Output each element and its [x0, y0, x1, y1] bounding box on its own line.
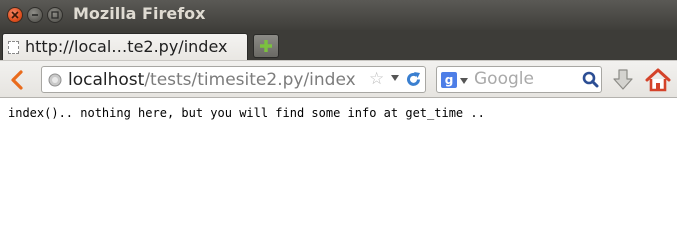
new-tab-button[interactable] — [253, 34, 279, 58]
plus-icon — [260, 40, 272, 52]
engine-dropdown-icon[interactable] — [460, 78, 468, 84]
maximize-window-button[interactable] — [47, 7, 63, 23]
home-icon[interactable] — [645, 67, 671, 93]
url-path: /tests/timesite2.py/index — [144, 70, 356, 90]
history-dropdown-icon[interactable] — [391, 75, 399, 81]
minimize-icon — [28, 8, 42, 22]
url-host: localhost — [68, 70, 145, 90]
search-input[interactable] — [474, 69, 574, 89]
tab-strip: http://local…te2.py/index — [0, 30, 677, 60]
tab-active[interactable]: http://local…te2.py/index — [2, 33, 248, 60]
search-bar[interactable]: g — [436, 66, 602, 93]
globe-icon — [48, 73, 62, 87]
tab-label: http://local…te2.py/index — [25, 37, 228, 56]
window-title: Mozilla Firefox — [73, 4, 206, 23]
window-titlebar: Mozilla Firefox — [0, 0, 677, 30]
back-arrow-icon — [11, 70, 23, 90]
back-button[interactable] — [6, 68, 28, 92]
navigation-toolbar: localhost/tests/timesite2.py/index ☆ g — [0, 60, 677, 98]
google-engine-icon[interactable]: g — [441, 72, 457, 88]
page-body-text: index().. nothing here, but you will fin… — [8, 106, 485, 120]
close-icon — [8, 8, 22, 22]
url-text[interactable]: localhost/tests/timesite2.py/index — [68, 70, 356, 90]
page-favicon-icon — [8, 41, 19, 54]
url-bar[interactable]: localhost/tests/timesite2.py/index ☆ — [41, 66, 426, 93]
maximize-icon — [48, 8, 62, 22]
close-window-button[interactable] — [7, 7, 23, 23]
reload-icon[interactable] — [405, 71, 422, 88]
search-magnifier-icon[interactable] — [582, 71, 599, 88]
bookmark-star-icon[interactable]: ☆ — [369, 69, 384, 89]
page-content: index().. nothing here, but you will fin… — [0, 98, 677, 241]
minimize-window-button[interactable] — [27, 7, 43, 23]
downloads-arrow-icon[interactable] — [612, 68, 634, 92]
